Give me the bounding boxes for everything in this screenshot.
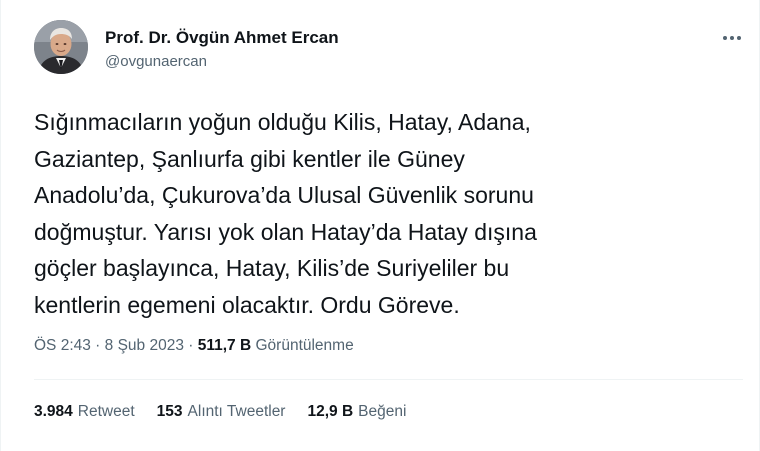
retweets-label: Retweet [77,403,135,420]
tweet-card: Prof. Dr. Övgün Ahmet Ercan @ovgunaercan… [0,0,760,451]
tweet-line: doğmuştur. Yarısı yok olan Hatay’da Hata… [34,218,537,245]
tweet-line: göçler başlayınca, Hatay, Kilis’de Suriy… [34,255,510,281]
retweets-link[interactable]: 3.984 Retweet [34,403,135,421]
retweets-count: 3.984 [34,403,73,420]
dot [737,36,741,40]
tweet-meta: ÖS 2:43 · 8 Şub 2023 · 511,7 B Görüntüle… [34,337,354,355]
meta-separator: · [90,337,105,354]
author-name[interactable]: Prof. Dr. Övgün Ahmet Ercan [105,28,339,48]
meta-separator: · [183,337,198,354]
tweet-line: Gaziantep, Şanlıurfa gibi kentler ile Gü… [34,145,465,172]
quotes-link[interactable]: 153 Alıntı Tweetler [157,403,286,421]
likes-count: 12,9 B [307,403,354,420]
dot [723,36,727,40]
likes-link[interactable]: 12,9 B Beğeni [307,403,406,421]
tweet-line: Anadolu’da, Çukurova’da Ulusal Güvenlik … [34,182,534,208]
quotes-label: Alıntı Tweetler [187,403,286,420]
likes-label: Beğeni [358,403,407,420]
avatar-image [34,20,88,74]
more-horizontal-icon[interactable] [717,26,747,50]
tweet-text: Sığınmacıların yoğun olduğu Kilis, Hatay… [34,104,724,323]
tweet-time[interactable]: ÖS 2:43 [34,337,91,354]
quotes-count: 153 [156,403,183,420]
views-count: 511,7 B [197,337,252,354]
tweet-date[interactable]: 8 Şub 2023 [105,337,184,354]
divider [34,379,743,380]
engagement-stats: 3.984 Retweet 153 Alıntı Tweetler 12,9 B Be… [34,403,428,421]
views-label: Görüntülenme [255,337,354,354]
tweet-line: kentlerin egemeni olacaktır. Ordu Göreve… [34,291,460,318]
avatar[interactable] [34,20,88,74]
dot [730,36,734,40]
author-handle[interactable]: @ovgunaercan [105,53,207,70]
tweet-line: Sığınmacıların yoğun olduğu Kilis, Hatay… [34,109,531,135]
